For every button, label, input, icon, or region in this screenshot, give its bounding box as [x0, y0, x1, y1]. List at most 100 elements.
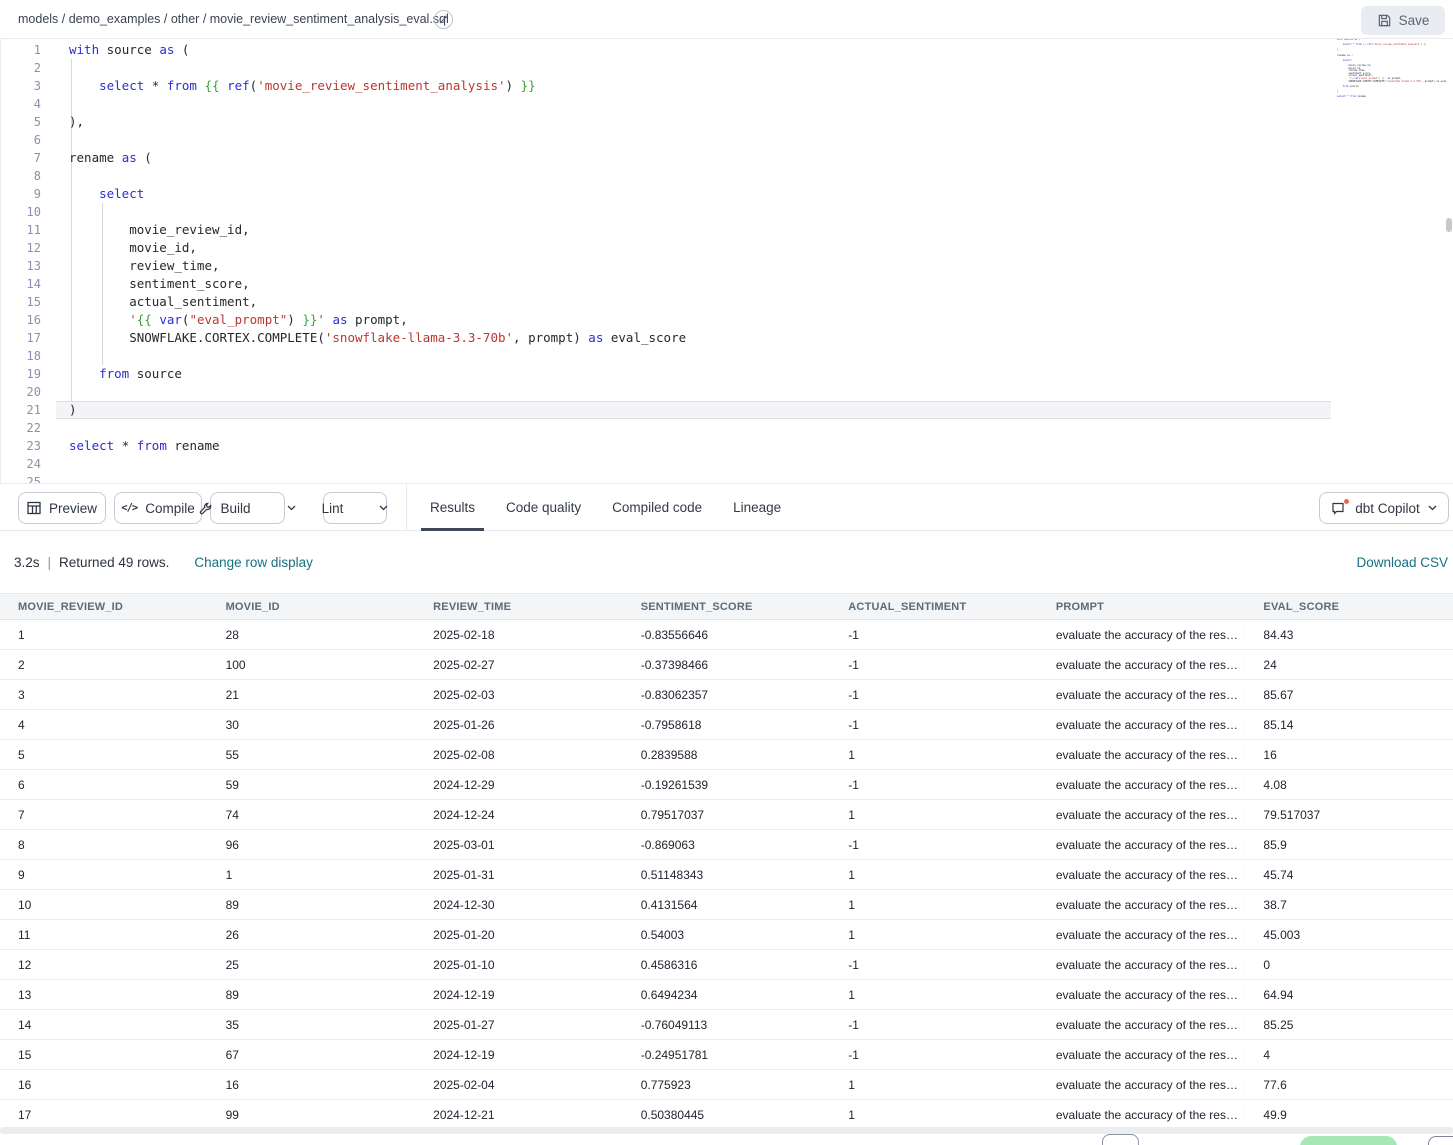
- line-number: 22: [1, 419, 41, 437]
- column-header[interactable]: ACTUAL_SENTIMENT: [830, 601, 1038, 613]
- table-cell: 0.6494234: [623, 988, 831, 1002]
- minimap[interactable]: with source as ( select * from {{ ref('m…: [1335, 39, 1447, 101]
- code-line[interactable]: [56, 419, 1331, 437]
- column-header[interactable]: EVAL_SCORE: [1245, 601, 1453, 613]
- code-line[interactable]: [56, 383, 1331, 401]
- column-header[interactable]: MOVIE_ID: [208, 601, 416, 613]
- table-cell: 3: [0, 688, 208, 702]
- column-header[interactable]: MOVIE_REVIEW_ID: [0, 601, 208, 613]
- table-cell: 2025-01-31: [415, 868, 623, 882]
- code-line[interactable]: [56, 59, 1331, 77]
- footer-outline-button-partial[interactable]: [1428, 1136, 1453, 1145]
- breadcrumb[interactable]: models / demo_examples / other / movie_r…: [18, 12, 449, 26]
- footer-green-button-partial[interactable]: [1300, 1136, 1397, 1145]
- table-cell: 1: [830, 928, 1038, 942]
- chevron-down-icon: [1428, 505, 1437, 511]
- code-line[interactable]: from source: [56, 365, 1331, 383]
- code-line[interactable]: select: [56, 185, 1331, 203]
- prompt-preview-text: evaluate the accuracy of the res…: [1056, 688, 1238, 702]
- table-cell: 17: [0, 1108, 208, 1122]
- table-cell: 26: [208, 928, 416, 942]
- save-button[interactable]: Save: [1361, 6, 1445, 35]
- lint-dropdown[interactable]: [369, 493, 398, 523]
- lint-label: Lint: [322, 501, 344, 516]
- code-line[interactable]: with source as (: [56, 41, 1331, 59]
- table-cell: 7: [0, 808, 208, 822]
- code-line[interactable]: ),: [56, 113, 1331, 131]
- column-header[interactable]: REVIEW_TIME: [415, 601, 623, 613]
- preview-button[interactable]: Preview: [18, 492, 106, 524]
- code-line[interactable]: [56, 347, 1331, 365]
- lint-button[interactable]: Lint: [312, 493, 354, 523]
- build-button[interactable]: Build: [189, 493, 260, 523]
- code-line[interactable]: select * from rename: [56, 437, 1331, 455]
- code-line[interactable]: [56, 95, 1331, 113]
- tab-code-quality[interactable]: Code quality: [506, 484, 581, 531]
- code-line[interactable]: [56, 203, 1331, 221]
- code-line[interactable]: SNOWFLAKE.CORTEX.COMPLETE('snowflake-lla…: [56, 329, 1331, 347]
- table-cell: -1: [830, 1048, 1038, 1062]
- code-line[interactable]: rename as (: [56, 149, 1331, 167]
- code-line[interactable]: select * from {{ ref('movie_review_senti…: [56, 77, 1331, 95]
- code-line[interactable]: sentiment_score,: [56, 275, 1331, 293]
- editor-scrollbar-thumb[interactable]: [1446, 218, 1452, 232]
- rows-returned: Returned 49 rows.: [59, 555, 169, 570]
- tab-compiled-code[interactable]: Compiled code: [612, 484, 702, 531]
- build-dropdown[interactable]: [277, 493, 306, 523]
- prompt-cell: evaluate the accuracy of the res…: [1038, 628, 1246, 642]
- eval-score-cell: 77.6: [1245, 1078, 1453, 1092]
- code-line[interactable]: '{{ var("eval_prompt") }}' as prompt,: [56, 311, 1331, 329]
- table-cell: -1: [830, 718, 1038, 732]
- table-cell: 16: [0, 1078, 208, 1092]
- line-number: 15: [1, 293, 41, 311]
- footer-button-partial[interactable]: [1102, 1134, 1139, 1145]
- column-header[interactable]: SENTIMENT_SCORE: [623, 601, 831, 613]
- horizontal-scrollbar[interactable]: [0, 1127, 1453, 1134]
- change-row-display-link[interactable]: Change row display: [194, 555, 313, 570]
- code-line[interactable]: [56, 131, 1331, 149]
- table-cell: -0.83062357: [623, 688, 831, 702]
- code-lines[interactable]: with source as ( select * from {{ ref('m…: [56, 41, 1331, 483]
- tab-lineage[interactable]: Lineage: [733, 484, 781, 531]
- table-cell: 13: [0, 988, 208, 1002]
- prompt-preview-text: evaluate the accuracy of the res…: [1056, 958, 1238, 972]
- table-cell: 67: [208, 1048, 416, 1062]
- status-separator: |: [48, 555, 52, 570]
- code-line[interactable]: [56, 167, 1331, 185]
- table-cell: 2024-12-30: [415, 898, 623, 912]
- copilot-chat-icon: [1331, 501, 1347, 516]
- table-cell: -1: [830, 838, 1038, 852]
- eval-score-cell: 84.43: [1245, 628, 1453, 642]
- chevron-down-icon: [287, 505, 296, 511]
- line-number: 5: [1, 113, 41, 131]
- column-header[interactable]: PROMPT: [1038, 601, 1246, 613]
- code-editor[interactable]: 1234567891011121314151617181920212223242…: [0, 39, 1453, 483]
- results-status-bar: 3.2s | Returned 49 rows. Change row disp…: [0, 531, 1453, 593]
- code-line: SNOWFLAKE.CORTEX.COMPLETE('snowflake-lla…: [1335, 81, 1447, 84]
- code-line[interactable]: movie_id,: [56, 239, 1331, 257]
- tab-results[interactable]: Results: [430, 484, 475, 531]
- dbt-copilot-button[interactable]: dbt Copilot: [1319, 492, 1449, 524]
- eval-score-cell: 0: [1245, 958, 1453, 972]
- table-row: 11262025-01-200.540031evaluate the accur…: [0, 920, 1453, 950]
- table-cell: 15: [0, 1048, 208, 1062]
- table-row: 8962025-03-01-0.869063-1evaluate the acc…: [0, 830, 1453, 860]
- code-line[interactable]: ): [56, 401, 1331, 419]
- code-line[interactable]: review_time,: [56, 257, 1331, 275]
- table-cell: 2024-12-24: [415, 808, 623, 822]
- table-cell: 2025-01-20: [415, 928, 623, 942]
- table-cell: -0.37398466: [623, 658, 831, 672]
- table-cell: 1: [830, 1108, 1038, 1122]
- table-cell: -1: [830, 778, 1038, 792]
- download-csv-link[interactable]: Download CSV: [1356, 555, 1448, 570]
- table-cell: 2025-02-04: [415, 1078, 623, 1092]
- line-number: 8: [1, 167, 41, 185]
- prompt-cell: evaluate the accuracy of the res…: [1038, 838, 1246, 852]
- code-line[interactable]: movie_review_id,: [56, 221, 1331, 239]
- line-number: 11: [1, 221, 41, 239]
- prompt-preview-text: evaluate the accuracy of the res…: [1056, 748, 1238, 762]
- code-line[interactable]: [56, 473, 1331, 483]
- code-line[interactable]: [56, 455, 1331, 473]
- code-line[interactable]: actual_sentiment,: [56, 293, 1331, 311]
- prompt-preview-text: evaluate the accuracy of the res…: [1056, 928, 1238, 942]
